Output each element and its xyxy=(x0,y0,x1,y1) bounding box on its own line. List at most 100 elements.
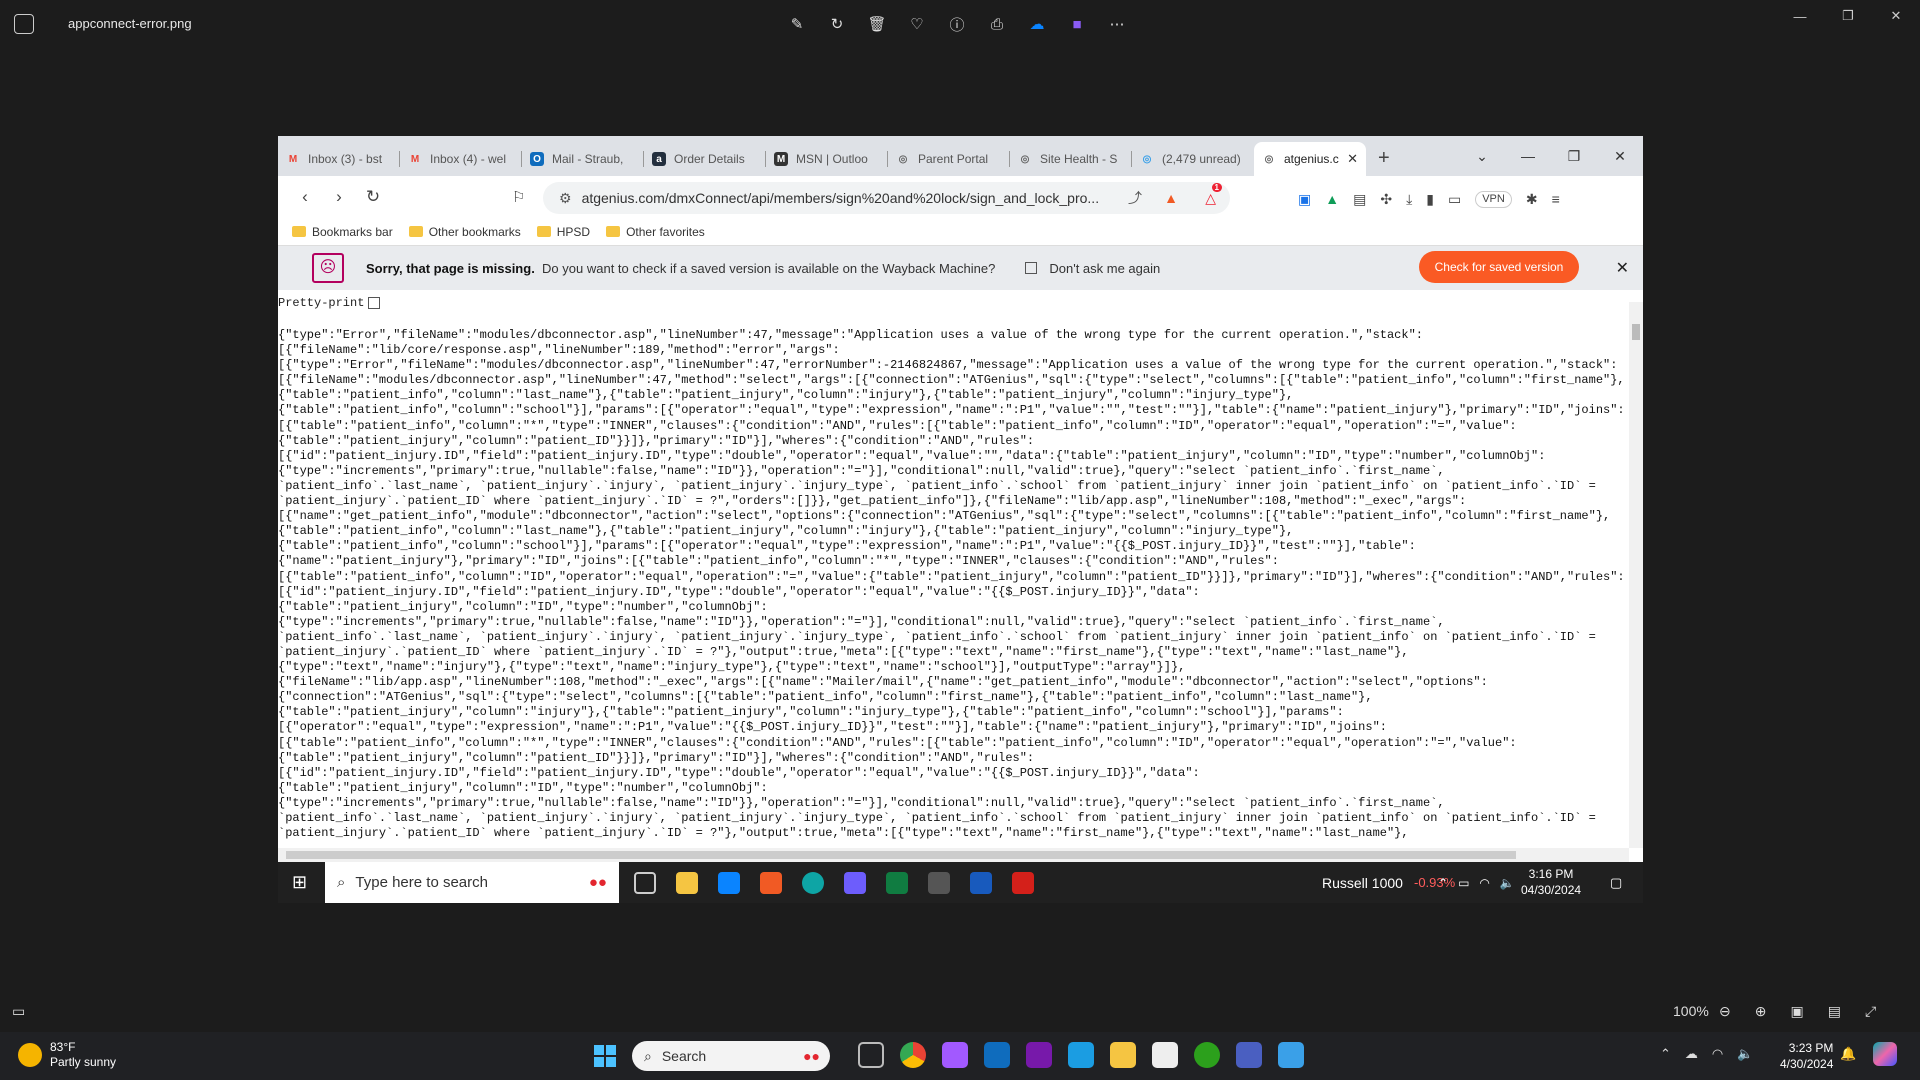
vertical-scrollbar[interactable] xyxy=(1629,302,1643,848)
check-saved-version-button[interactable]: Check for saved version xyxy=(1419,251,1579,283)
close-icon[interactable]: ✕ xyxy=(1597,148,1643,165)
print-icon[interactable]: ⎙ xyxy=(985,12,1009,36)
fullscreen-icon[interactable]: ⤢ xyxy=(1865,1003,1876,1020)
restore-button[interactable]: ❐ xyxy=(1824,0,1872,32)
bookmark-folder[interactable]: Other favorites xyxy=(606,225,705,239)
word-icon[interactable] xyxy=(970,871,992,894)
volume-icon[interactable]: 🔈 xyxy=(1737,1046,1753,1062)
calculator-icon[interactable] xyxy=(928,871,950,894)
forward-icon[interactable]: › xyxy=(322,187,356,207)
fit-to-window-icon[interactable]: ▣ xyxy=(1790,1003,1803,1020)
volume-icon[interactable]: 🔈 xyxy=(1500,876,1515,890)
browser-tab[interactable]: ◎ Parent Portal xyxy=(888,142,1010,176)
bookmark-folder[interactable]: Other bookmarks xyxy=(408,225,521,239)
puzzle-icon[interactable]: ✣ xyxy=(1380,191,1392,208)
info-icon[interactable]: ⓘ xyxy=(945,12,969,36)
clipchamp-icon[interactable]: ■ xyxy=(1065,12,1089,36)
onenote-icon[interactable] xyxy=(1026,1042,1052,1068)
horizontal-scrollbar[interactable] xyxy=(278,848,1629,862)
browser-tab[interactable]: O Mail - Straub, xyxy=(522,142,644,176)
edge-icon[interactable] xyxy=(802,871,824,894)
chrome-icon[interactable] xyxy=(900,1042,926,1068)
windows-start-icon[interactable] xyxy=(594,1045,616,1067)
zoom-out-icon[interactable]: ⊖ xyxy=(1719,1003,1731,1020)
extension-icon[interactable]: ▤ xyxy=(1353,191,1366,208)
task-view-icon[interactable] xyxy=(634,871,656,894)
file-explorer-icon[interactable] xyxy=(676,871,698,894)
notification-icon[interactable]: ▢ xyxy=(1610,875,1622,891)
zoom-in-icon[interactable]: ⊕ xyxy=(1755,1003,1767,1020)
restore-icon[interactable]: ❐ xyxy=(1551,148,1597,165)
edit-icon[interactable]: ✎ xyxy=(785,12,809,36)
minimize-button[interactable]: — xyxy=(1776,0,1824,32)
file-explorer-icon[interactable] xyxy=(1110,1042,1136,1068)
bookmark-folder[interactable]: HPSD xyxy=(536,225,590,239)
store-icon[interactable] xyxy=(718,871,740,894)
new-tab-icon[interactable]: + xyxy=(1378,147,1390,170)
more-icon[interactable]: ⋯ xyxy=(1105,12,1129,36)
taskbar-clock[interactable]: 3:23 PM 4/30/2024 xyxy=(1780,1040,1833,1072)
bookmark-folder[interactable]: Bookmarks bar xyxy=(292,225,393,239)
url-text[interactable]: atgenius.com/dmxConnect/api/members/sign… xyxy=(582,190,1100,206)
wallet-icon[interactable]: ▭ xyxy=(1448,191,1461,208)
outlook-icon[interactable] xyxy=(984,1042,1010,1068)
browser-tab[interactable]: a Order Details xyxy=(644,142,766,176)
bookmark-icon[interactable]: ⚐ xyxy=(512,188,525,206)
figma-icon[interactable] xyxy=(942,1042,968,1068)
copilot-icon[interactable] xyxy=(844,871,866,894)
brave-icon[interactable] xyxy=(760,871,782,894)
battery-icon[interactable]: ▭ xyxy=(1458,876,1469,890)
close-infobar-icon[interactable]: ✕ xyxy=(1616,258,1629,278)
drive-icon[interactable]: ▲ xyxy=(1325,191,1339,208)
sidebar-icon[interactable]: ▮ xyxy=(1426,191,1434,208)
wifi-icon[interactable]: ◠ xyxy=(1712,1046,1723,1062)
pretty-print-toggle[interactable]: Pretty-print xyxy=(278,296,381,310)
wifi-icon[interactable]: ◠ xyxy=(1479,876,1489,890)
copilot-icon[interactable] xyxy=(1873,1042,1897,1066)
chevron-up-icon[interactable]: ⌃ xyxy=(1438,876,1448,890)
inner-search-box[interactable]: ⌕ Type here to search ●● xyxy=(325,862,619,903)
windows-start-icon[interactable]: ⊞ xyxy=(292,872,307,893)
filmstrip-icon[interactable]: ▭ xyxy=(12,1003,25,1020)
extension-icon[interactable]: ▣ xyxy=(1298,191,1311,208)
favorite-icon[interactable]: ♡ xyxy=(905,12,929,36)
browser-tab-active[interactable]: ◎ atgenius.c ✕ xyxy=(1254,142,1366,176)
remote-desktop-icon[interactable] xyxy=(1236,1042,1262,1068)
rotate-icon[interactable]: ↻ xyxy=(825,12,849,36)
menu-icon[interactable]: ≡ xyxy=(1552,191,1560,208)
chevron-up-icon[interactable]: ⌃ xyxy=(1660,1046,1671,1062)
photos-icon[interactable] xyxy=(1278,1042,1304,1068)
back-icon[interactable]: ‹ xyxy=(288,187,322,207)
scrollbar-thumb[interactable] xyxy=(1632,324,1640,340)
browser-tab[interactable]: M MSN | Outloo xyxy=(766,142,888,176)
notepad-icon[interactable] xyxy=(1068,1042,1094,1068)
onedrive-icon[interactable]: ☁ xyxy=(1025,12,1049,36)
taskbar-search[interactable]: ⌕ Search ●● xyxy=(632,1041,830,1071)
store-icon[interactable] xyxy=(1152,1042,1178,1068)
minimize-icon[interactable]: — xyxy=(1505,148,1551,164)
quickbooks-icon[interactable] xyxy=(1194,1042,1220,1068)
pretty-print-checkbox[interactable] xyxy=(368,297,381,309)
acrobat-icon[interactable] xyxy=(1012,871,1034,894)
brave-rewards-icon[interactable]: △ 1 xyxy=(1205,182,1222,207)
notification-bell-icon[interactable]: 🔔 xyxy=(1840,1046,1856,1062)
close-tab-icon[interactable]: ✕ xyxy=(1347,151,1358,167)
browser-tab[interactable]: ◎ (2,479 unread) xyxy=(1132,142,1254,176)
excel-icon[interactable] xyxy=(886,871,908,894)
stock-ticker-name[interactable]: Russell 1000 xyxy=(1322,875,1403,891)
vpn-button[interactable]: VPN xyxy=(1475,191,1512,208)
share-icon[interactable]: ⤴ xyxy=(1128,188,1142,208)
leo-icon[interactable]: ✱ xyxy=(1526,191,1538,208)
site-info-icon[interactable]: ⚙ xyxy=(559,190,572,207)
reload-icon[interactable]: ↻ xyxy=(356,187,390,207)
browser-tab[interactable]: ◎ Site Health - S xyxy=(1010,142,1132,176)
onedrive-icon[interactable]: ☁ xyxy=(1685,1046,1698,1062)
tab-search-icon[interactable]: ⌄ xyxy=(1459,148,1505,165)
browser-tab[interactable]: M Inbox (4) - wel xyxy=(400,142,522,176)
weather-widget[interactable]: 83°F Partly sunny xyxy=(18,1040,116,1070)
inner-clock[interactable]: 3:16 PM 04/30/2024 xyxy=(1521,866,1581,898)
delete-icon[interactable]: 🗑 xyxy=(865,12,889,36)
download-icon[interactable]: ⤓ xyxy=(1406,191,1412,208)
address-bar[interactable]: ⚙ atgenius.com/dmxConnect/api/members/si… xyxy=(543,182,1230,214)
dont-ask-checkbox[interactable] xyxy=(1025,262,1038,274)
